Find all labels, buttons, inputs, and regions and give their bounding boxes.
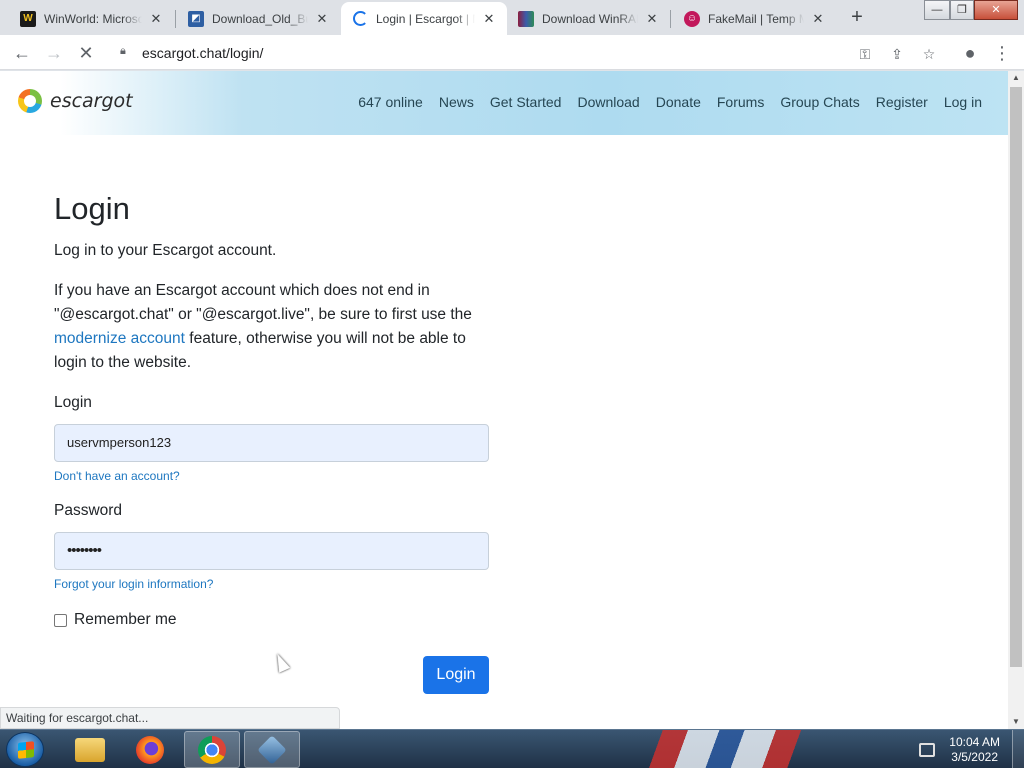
windows-logo-icon — [18, 741, 34, 759]
clock-time: 10:04 AM — [949, 734, 1000, 749]
new-tab-button[interactable]: + — [845, 6, 869, 28]
nav-log-in[interactable]: Log in — [944, 94, 982, 110]
virtualbox-icon — [257, 734, 287, 765]
remember-me-row[interactable]: Remember me — [54, 611, 489, 629]
mouse-cursor-icon — [271, 651, 291, 673]
tab-winrar[interactable]: Download WinRAR ✕ — [506, 2, 670, 35]
close-tab-icon[interactable]: ✕ — [810, 11, 826, 27]
site-header: escargot 647 online News Get Started Dow… — [0, 71, 1008, 135]
tab-title: WinWorld: Microsoft — [44, 11, 142, 26]
status-bubble: Waiting for escargot.chat... — [0, 707, 340, 729]
close-window-button[interactable]: ✕ — [974, 0, 1018, 20]
login-submit-button[interactable]: Login — [423, 656, 489, 694]
tab-title: Login | Escargot | MSN — [376, 11, 475, 26]
page-scrollbar[interactable]: ▲ ▼ — [1008, 71, 1024, 729]
key-icon[interactable]: ⚿ — [854, 43, 876, 65]
tab-fakemail[interactable]: ☺ FakeMail | Temp Mail ✕ — [672, 2, 836, 35]
clock[interactable]: 10:04 AM 3/5/2022 — [949, 735, 1000, 765]
browser-tab-strip: W WinWorld: Microsoft ✕ ◩ Download_Old_B… — [0, 0, 1024, 35]
close-tab-icon[interactable]: ✕ — [314, 11, 330, 27]
notice-text: If you have an Escargot account which do… — [54, 282, 472, 323]
address-bar[interactable]: 🔒︎ escargot.chat/login/ ⚿ ⇪ ☆ — [110, 39, 990, 67]
stop-loading-button[interactable]: ✕ — [74, 41, 98, 65]
password-input[interactable]: •••••••• — [54, 532, 489, 570]
start-button[interactable] — [6, 732, 44, 767]
folder-icon — [75, 737, 105, 762]
firefox-icon — [136, 735, 164, 764]
login-input[interactable]: uservmperson123 — [54, 424, 489, 462]
escargot-logo-icon — [18, 89, 42, 113]
profile-avatar-icon[interactable]: ● — [958, 41, 982, 65]
password-label: Password — [54, 502, 123, 519]
online-count: 647 online — [358, 94, 423, 110]
site-logo[interactable]: escargot — [18, 89, 133, 113]
restore-button[interactable]: ❐ — [950, 0, 974, 20]
tab-winworld[interactable]: W WinWorld: Microsoft ✕ — [8, 2, 174, 35]
tab-download-old-builds[interactable]: ◩ Download_Old_Builds ✕ — [176, 2, 340, 35]
bookmark-star-icon[interactable]: ☆ — [918, 43, 940, 65]
clock-date: 3/5/2022 — [951, 749, 998, 764]
download-site-icon: ◩ — [188, 10, 204, 27]
remember-me-checkbox[interactable] — [54, 613, 67, 627]
back-button[interactable]: ← — [10, 41, 34, 65]
taskbar-virtualbox[interactable] — [244, 731, 300, 768]
login-label: Login — [54, 394, 92, 411]
tab-title: Download_Old_Builds — [212, 11, 308, 26]
scroll-thumb[interactable] — [1010, 87, 1022, 667]
tab-escargot-login[interactable]: Login | Escargot | MSN ✕ — [341, 2, 507, 35]
remember-me-label[interactable]: Remember me — [74, 611, 177, 629]
modernize-account-link[interactable]: modernize account — [54, 330, 185, 347]
login-form: Login Log in to your Escargot account. I… — [54, 191, 489, 629]
wallpaper-strip — [600, 730, 900, 768]
taskbar-chrome[interactable] — [184, 731, 240, 768]
intro-text: Log in to your Escargot account. — [54, 242, 277, 259]
site-nav: 647 online News Get Started Download Don… — [342, 94, 982, 110]
share-icon[interactable]: ⇪ — [886, 43, 908, 65]
nav-news[interactable]: News — [439, 94, 474, 110]
nav-get-started[interactable]: Get Started — [490, 94, 562, 110]
nav-register[interactable]: Register — [876, 94, 928, 110]
taskbar-firefox[interactable] — [122, 731, 178, 768]
register-link[interactable]: Don't have an account? — [54, 469, 489, 483]
minimize-button[interactable]: — — [924, 0, 950, 20]
taskbar-explorer[interactable] — [62, 731, 118, 768]
loading-spinner-icon — [353, 11, 368, 26]
forward-button[interactable]: → — [42, 41, 66, 65]
forgot-login-link[interactable]: Forgot your login information? — [54, 577, 489, 591]
close-tab-icon[interactable]: ✕ — [644, 11, 660, 27]
scroll-down-icon[interactable]: ▼ — [1008, 715, 1024, 729]
menu-kebab-icon[interactable]: ⋮ — [990, 41, 1014, 65]
tab-divider — [670, 10, 671, 28]
nav-donate[interactable]: Donate — [656, 94, 701, 110]
browser-toolbar: ← → ✕ 🔒︎ escargot.chat/login/ ⚿ ⇪ ☆ ● ⋮ — [0, 35, 1024, 70]
close-tab-icon[interactable]: ✕ — [148, 11, 164, 27]
winworld-icon: W — [20, 10, 36, 27]
page-viewport: escargot 647 online News Get Started Dow… — [0, 71, 1008, 729]
scroll-up-icon[interactable]: ▲ — [1008, 71, 1024, 85]
system-tray: 10:04 AM 3/5/2022 — [919, 730, 1024, 768]
fakemail-icon: ☺ — [684, 10, 700, 27]
close-tab-icon[interactable]: ✕ — [481, 11, 497, 27]
winrar-icon — [518, 10, 534, 27]
tab-title: Download WinRAR — [542, 11, 638, 26]
lock-icon[interactable]: 🔒︎ — [120, 45, 126, 58]
network-icon[interactable] — [919, 742, 936, 757]
tab-title: FakeMail | Temp Mail — [708, 11, 804, 26]
show-desktop-button[interactable] — [1012, 730, 1024, 768]
chrome-icon — [198, 735, 226, 764]
page-title: Login — [54, 191, 130, 226]
nav-download[interactable]: Download — [577, 94, 639, 110]
windows-taskbar: 10:04 AM 3/5/2022 — [0, 729, 1024, 768]
nav-group-chats[interactable]: Group Chats — [780, 94, 859, 110]
logo-text: escargot — [50, 90, 133, 112]
nav-forums[interactable]: Forums — [717, 94, 764, 110]
url-text[interactable]: escargot.chat/login/ — [142, 45, 263, 61]
modernize-notice: If you have an Escargot account which do… — [54, 279, 489, 375]
